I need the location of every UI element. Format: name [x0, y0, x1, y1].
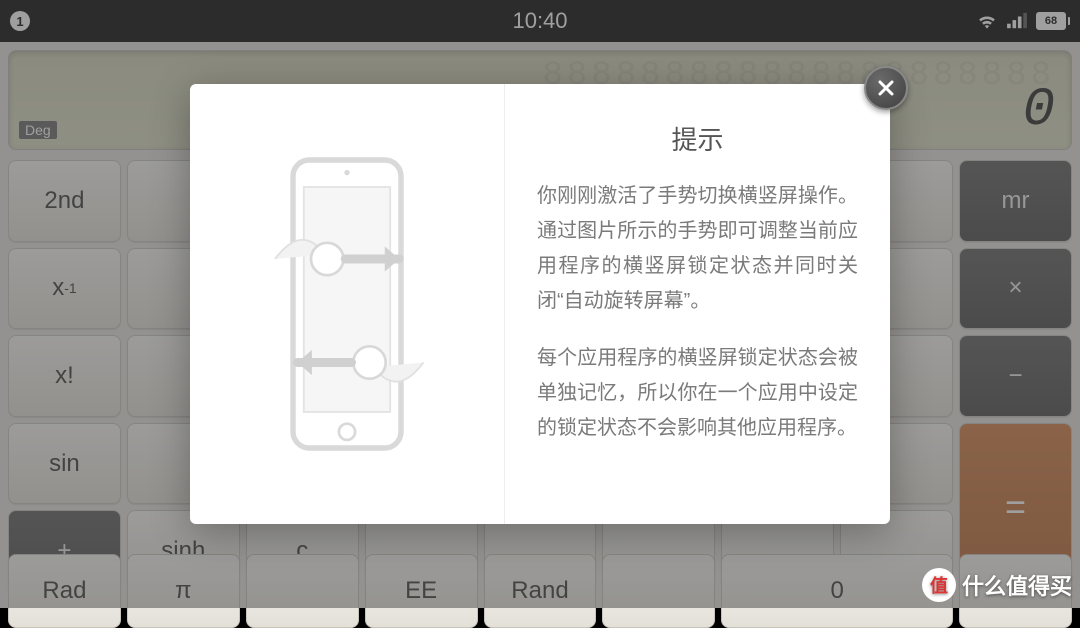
dialog-title: 提示	[537, 120, 858, 157]
dialog-paragraph-2: 每个应用程序的横竖屏锁定状态会被单独记忆，所以你在一个应用中设定的锁定状态不会影…	[537, 341, 858, 446]
phone-gesture-icon	[257, 151, 437, 457]
close-button[interactable]	[864, 66, 908, 110]
dialog-illustration	[190, 84, 505, 524]
dialog-paragraph-1: 你刚刚激活了手势切换横竖屏操作。通过图片所示的手势即可调整当前应用程序的横竖屏锁…	[537, 179, 858, 319]
tip-dialog: 提示 你刚刚激活了手势切换横竖屏操作。通过图片所示的手势即可调整当前应用程序的横…	[190, 84, 890, 524]
dialog-content: 提示 你刚刚激活了手势切换横竖屏操作。通过图片所示的手势即可调整当前应用程序的横…	[505, 84, 890, 524]
watermark-badge: 值	[922, 568, 956, 602]
modal-overlay: 提示 你刚刚激活了手势切换横竖屏操作。通过图片所示的手势即可调整当前应用程序的横…	[0, 0, 1080, 608]
watermark-text: 什么值得买	[962, 569, 1072, 601]
close-icon	[877, 79, 895, 97]
watermark: 值 什么值得买	[922, 568, 1072, 602]
